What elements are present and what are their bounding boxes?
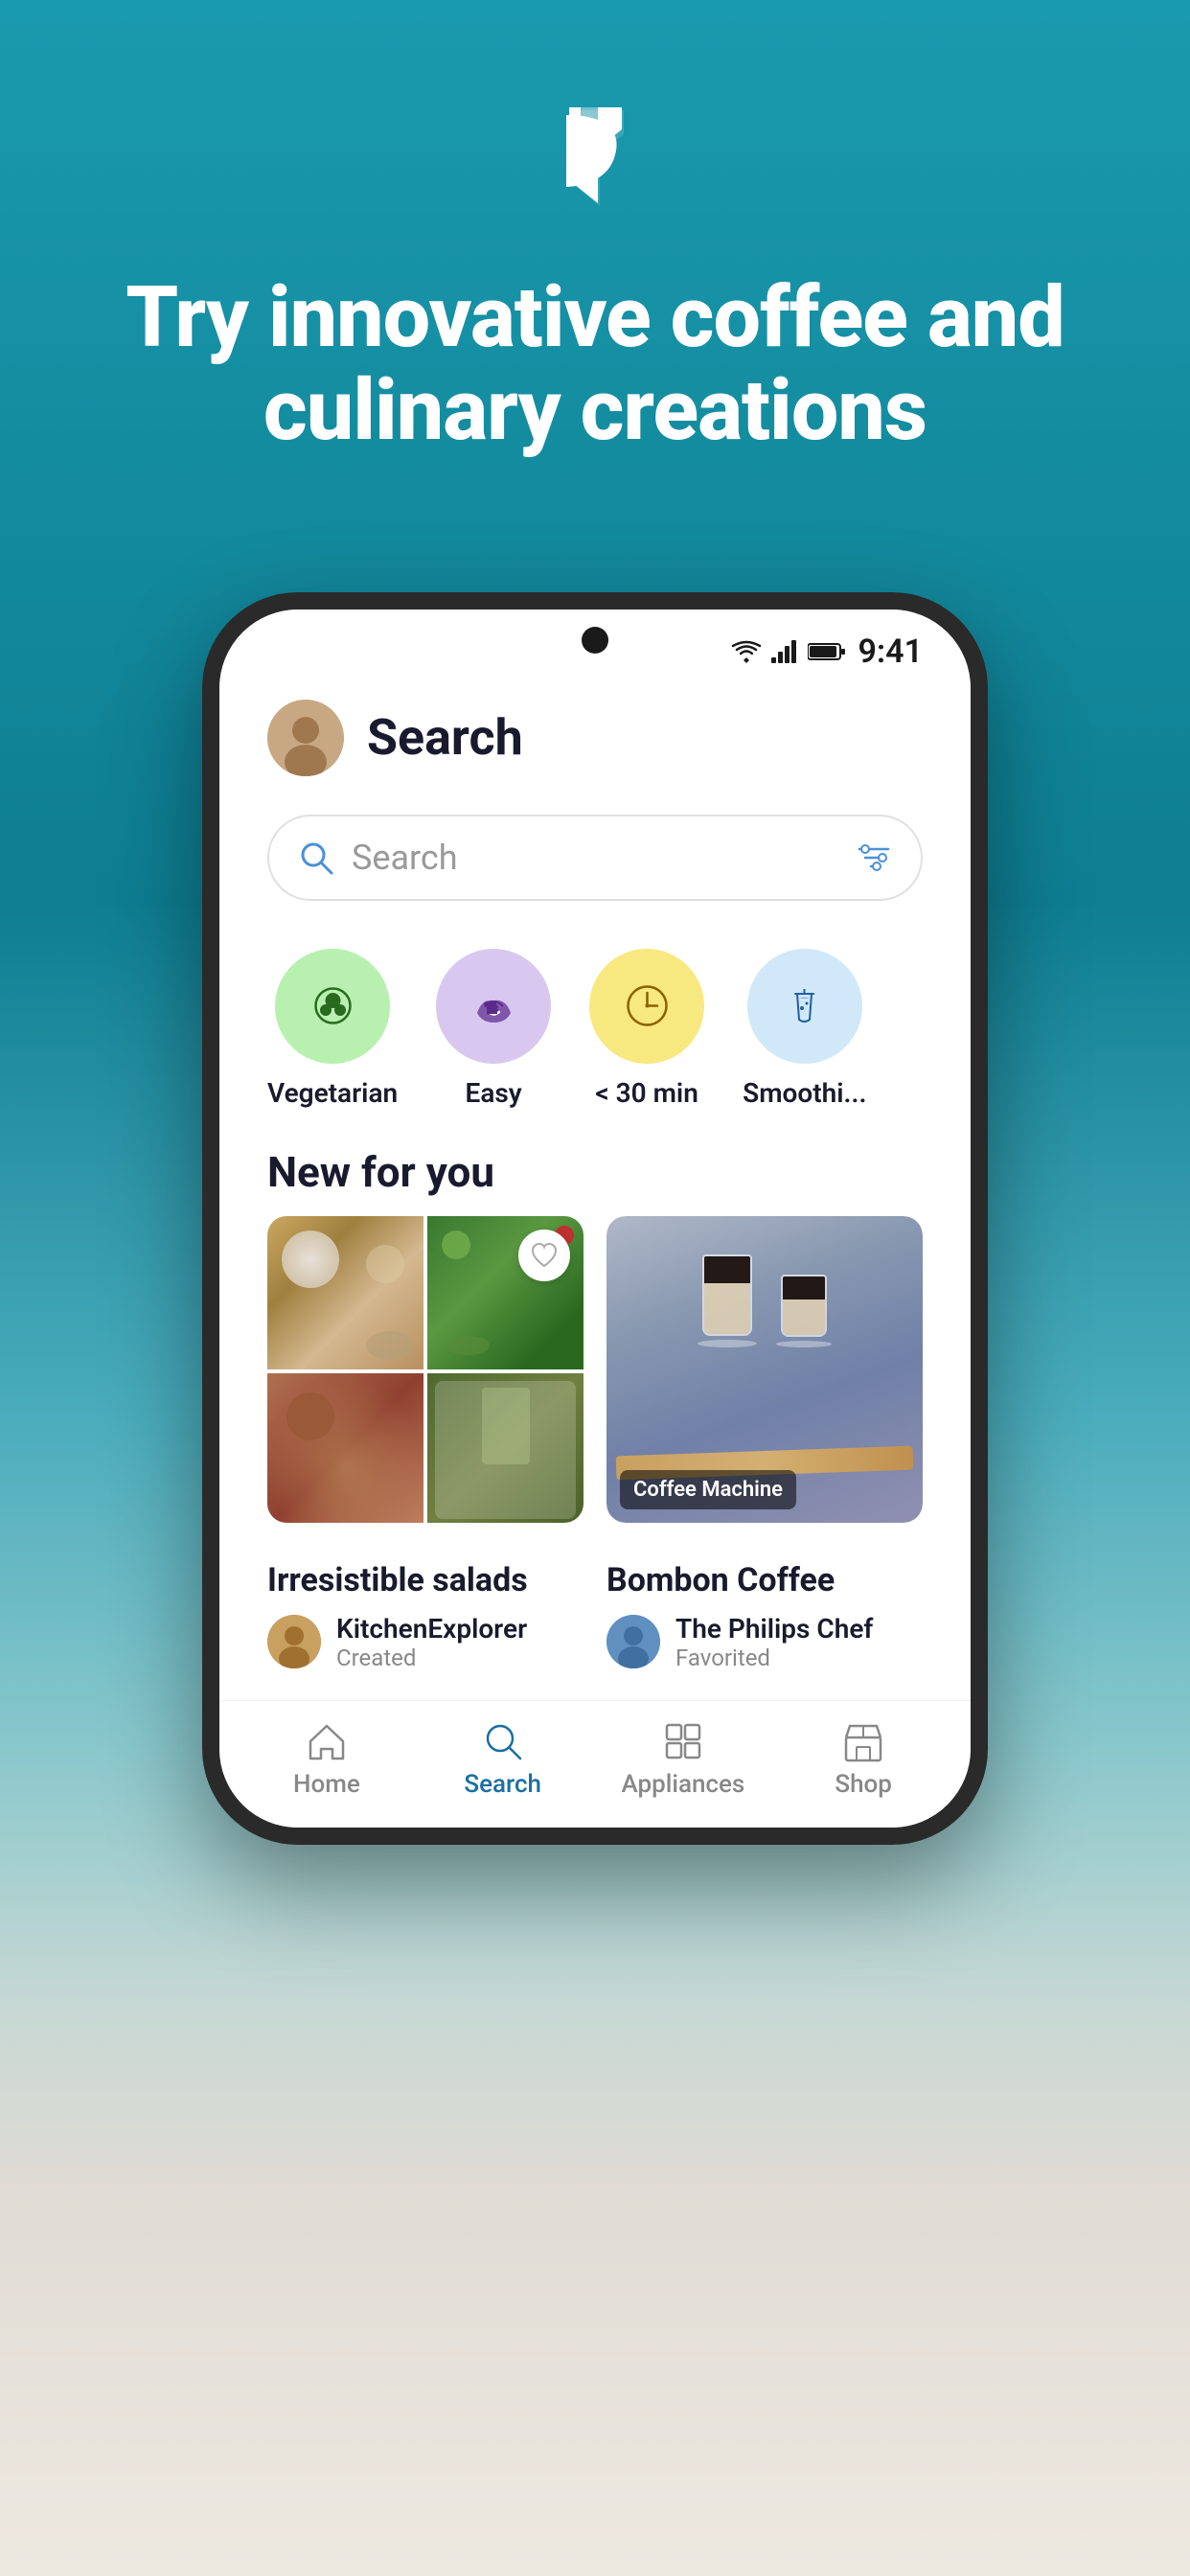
categories-row: Vegetarian: [219, 930, 971, 1138]
item-info-coffee: Bombon Coffee T: [606, 1561, 923, 1671]
category-label-quick: < 30 min: [595, 1077, 698, 1109]
nav-home[interactable]: Home: [269, 1720, 384, 1799]
filter-icon[interactable]: [856, 840, 892, 876]
easy-icon: [468, 979, 520, 1032]
category-easy[interactable]: Easy: [436, 949, 551, 1109]
salads-author-row: KitchenExplorer Created: [267, 1613, 584, 1671]
salads-title: Irresistible salads: [267, 1561, 584, 1599]
coffee-author-action: Favorited: [675, 1644, 873, 1671]
page-title: Search: [367, 708, 523, 767]
category-vegetarian[interactable]: Vegetarian: [267, 949, 398, 1109]
status-icons: 9:41: [731, 632, 923, 671]
phone-frame: 9:41 Search: [202, 592, 988, 1845]
app-logo: [542, 96, 648, 224]
clock-icon: [621, 979, 674, 1032]
user-avatar: [267, 700, 344, 776]
phone-screen: 9:41 Search: [219, 610, 971, 1828]
nav-search-icon: [482, 1720, 524, 1762]
home-icon: [306, 1720, 348, 1762]
nav-appliances-label: Appliances: [621, 1770, 744, 1799]
coffee-author-name: The Philips Chef: [675, 1613, 873, 1644]
cards-container: Coffee Machine: [219, 1216, 971, 1542]
app-header: Search: [219, 680, 971, 795]
vegetarian-icon: [307, 979, 359, 1032]
category-circle-vegetarian: [275, 949, 390, 1064]
section-title: New for you: [219, 1138, 971, 1216]
item-info-salads: Irresistible salads: [267, 1561, 584, 1671]
wifi-icon: [731, 640, 762, 663]
heart-icon: [531, 1243, 558, 1268]
salads-author-action: Created: [336, 1644, 527, 1671]
category-circle-smoothie: [747, 949, 862, 1064]
search-input-placeholder[interactable]: Search: [352, 838, 838, 878]
category-circle-easy: [436, 949, 551, 1064]
card-bombon-coffee[interactable]: Coffee Machine: [606, 1216, 923, 1523]
favorite-button-salads[interactable]: [518, 1230, 570, 1281]
nav-shop[interactable]: Shop: [806, 1720, 921, 1799]
category-smoothie[interactable]: Smoothi...: [743, 949, 866, 1109]
nav-shop-label: Shop: [835, 1770, 892, 1799]
card-irresistible-salads[interactable]: [267, 1216, 584, 1523]
hero-title: Try innovative coffee and culinary creat…: [0, 272, 1190, 458]
phone-mockup: 9:41 Search: [0, 592, 1190, 1845]
shop-icon: [842, 1720, 884, 1762]
items-info-row: Irresistible salads: [219, 1542, 971, 1700]
category-circle-quick: [589, 949, 704, 1064]
salads-author-name: KitchenExplorer: [336, 1613, 527, 1644]
new-for-you-section: New for you: [219, 1138, 971, 1700]
coffee-title: Bombon Coffee: [606, 1561, 923, 1599]
category-quick[interactable]: < 30 min: [589, 949, 704, 1109]
signal-icon: [771, 640, 798, 663]
coffee-machine-label: Coffee Machine: [620, 1470, 796, 1509]
status-bar: 9:41: [219, 610, 971, 680]
category-label-easy: Easy: [466, 1077, 522, 1109]
status-time: 9:41: [858, 632, 923, 671]
battery-icon: [808, 641, 846, 662]
appliances-icon: [662, 1720, 704, 1762]
hero-section: Try innovative coffee and culinary creat…: [0, 0, 1190, 516]
food-img-3: [267, 1373, 423, 1523]
bottom-navigation: Home Search: [219, 1700, 971, 1828]
nav-appliances[interactable]: Appliances: [621, 1720, 744, 1799]
search-bar[interactable]: Search: [267, 815, 923, 901]
salads-author-details: KitchenExplorer Created: [336, 1613, 527, 1671]
search-icon: [298, 840, 334, 876]
coffee-author-details: The Philips Chef Favorited: [675, 1613, 873, 1671]
category-label-smoothie: Smoothi...: [743, 1077, 866, 1109]
coffee-author-row: The Philips Chef Favorited: [606, 1613, 923, 1671]
coffee-author-avatar: [606, 1615, 660, 1668]
salads-author-avatar: [267, 1615, 321, 1668]
food-img-1: [267, 1216, 423, 1369]
food-img-4: [427, 1373, 584, 1523]
camera-dot: [582, 627, 608, 654]
nav-search[interactable]: Search: [446, 1720, 561, 1799]
smoothie-icon: [778, 979, 831, 1032]
nav-search-label: Search: [464, 1770, 541, 1799]
nav-home-label: Home: [293, 1770, 360, 1799]
category-label-vegetarian: Vegetarian: [267, 1077, 398, 1109]
search-container: Search: [219, 795, 971, 930]
